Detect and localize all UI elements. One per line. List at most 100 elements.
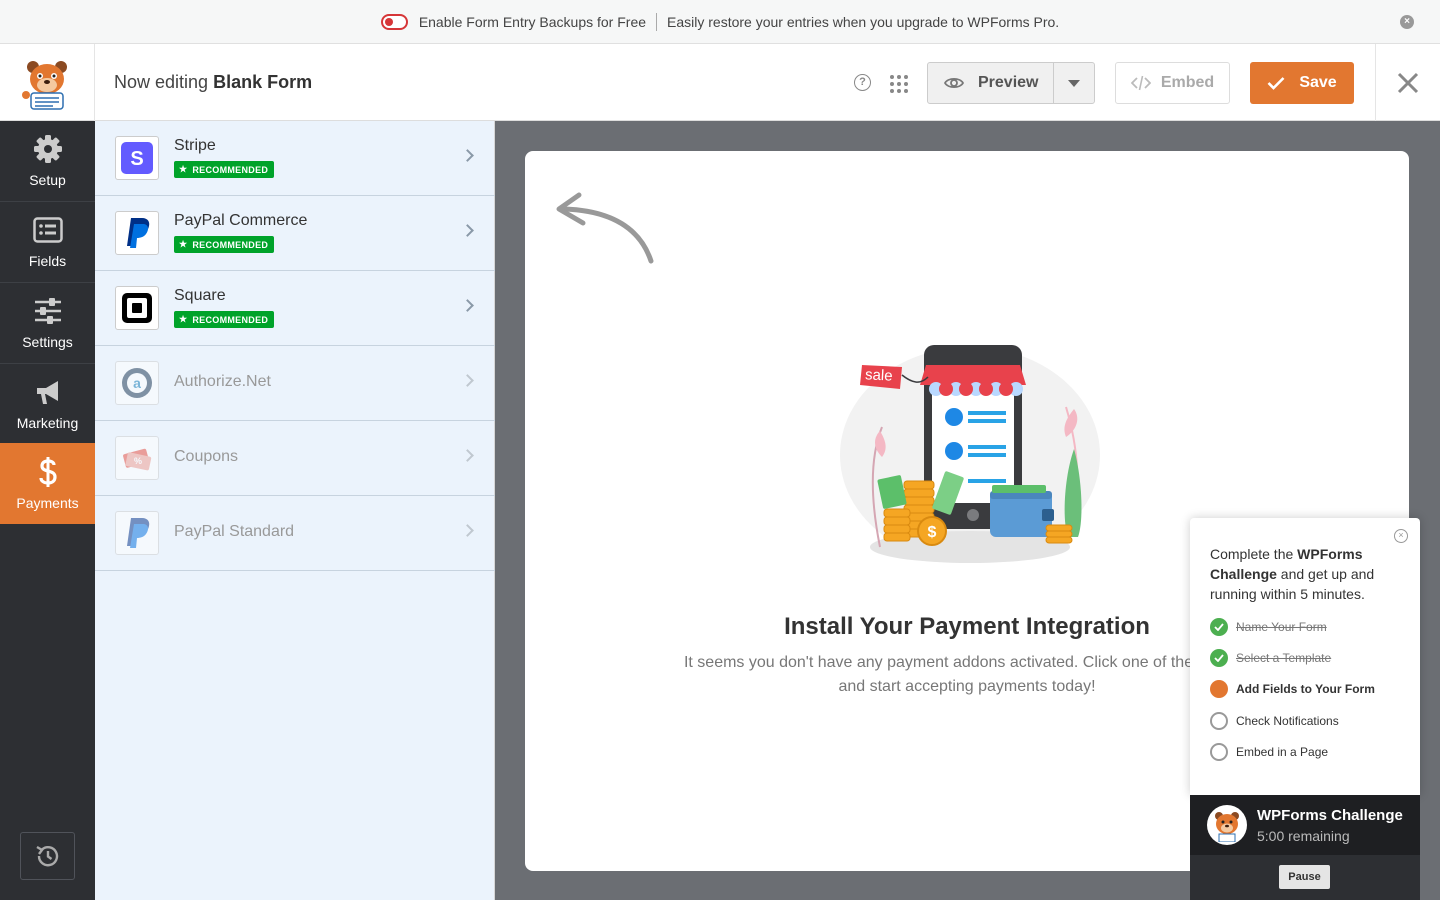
preview-label: Preview bbox=[978, 74, 1039, 91]
payment-item-authorize-net[interactable]: a Authorize.Net bbox=[95, 346, 495, 421]
challenge-step-check-notifications: Check Notifications bbox=[1210, 712, 1339, 730]
wpforms-logo[interactable] bbox=[0, 44, 95, 121]
star-icon: ★ bbox=[179, 314, 188, 324]
chevron-right-icon bbox=[461, 224, 474, 237]
eye-icon bbox=[944, 77, 964, 89]
sidebar-label-setup: Setup bbox=[29, 172, 66, 188]
arrow-up-left-icon bbox=[556, 192, 654, 264]
revisions-button[interactable] bbox=[20, 832, 75, 880]
empty-circle-icon bbox=[1210, 743, 1228, 761]
notice-message: Easily restore your entries when you upg… bbox=[667, 13, 1060, 30]
chevron-right-icon bbox=[461, 149, 474, 162]
builder-toolbar: Now editing Blank Form ? Preview Embed S… bbox=[0, 44, 1440, 121]
sidebar-item-marketing[interactable]: Marketing bbox=[0, 364, 95, 445]
payment-item-coupons[interactable]: % Coupons bbox=[95, 421, 495, 496]
challenge-step-add-fields: Add Fields to Your Form bbox=[1210, 680, 1375, 698]
integration-description: It seems you don't have any payment addo… bbox=[683, 654, 1251, 695]
challenge-pause-button[interactable]: Pause bbox=[1279, 865, 1330, 889]
online-store-illustration: sale $ bbox=[840, 345, 1100, 563]
preview-button-group: Preview bbox=[927, 62, 1095, 104]
payment-item-square[interactable]: Square ★ RECOMMENDED bbox=[95, 271, 495, 346]
check-icon bbox=[1267, 77, 1285, 90]
authorize-net-logo-icon: a bbox=[115, 361, 159, 405]
payments-panel: S Stripe ★ RECOMMENDED PayPal Commerce ★ R… bbox=[95, 121, 495, 900]
stripe-logo-icon: S bbox=[115, 136, 159, 180]
star-icon: ★ bbox=[179, 164, 188, 174]
svg-text:$: $ bbox=[928, 524, 937, 541]
current-step-icon bbox=[1210, 680, 1228, 698]
payment-name: Coupons bbox=[174, 448, 239, 465]
close-icon bbox=[1397, 72, 1419, 93]
challenge-step-embed-page: Embed in a Page bbox=[1210, 743, 1328, 761]
payment-name: PayPal Commerce bbox=[174, 212, 308, 229]
sidebar-item-setup[interactable]: Setup bbox=[0, 121, 95, 202]
paypal-logo-icon bbox=[115, 211, 159, 255]
history-icon bbox=[35, 845, 58, 867]
svg-text:%: % bbox=[134, 456, 142, 466]
challenge-footer: WPForms Challenge 5:00 remaining Pause bbox=[1190, 795, 1420, 900]
check-circle-icon bbox=[1210, 618, 1228, 636]
preview-button[interactable]: Preview bbox=[928, 63, 1054, 103]
bear-logo-icon bbox=[22, 60, 67, 110]
embed-label: Embed bbox=[1160, 74, 1215, 91]
chevron-right-icon bbox=[461, 524, 474, 537]
challenge-timer-bar: WPForms Challenge 5:00 remaining bbox=[1190, 795, 1420, 855]
chevron-right-icon bbox=[461, 299, 474, 312]
save-button[interactable]: Save bbox=[1250, 62, 1354, 104]
help-icon[interactable]: ? bbox=[854, 74, 871, 91]
close-builder-button[interactable] bbox=[1375, 44, 1440, 121]
bear-avatar-icon bbox=[1207, 805, 1247, 845]
wpforms-challenge-popup: × Complete the WPForms Challenge and get… bbox=[1190, 518, 1420, 900]
apps-grid-icon[interactable] bbox=[890, 75, 908, 93]
sidebar-label-fields: Fields bbox=[28, 253, 67, 269]
sidebar-label-marketing: Marketing bbox=[16, 415, 79, 431]
save-label: Save bbox=[1299, 74, 1337, 91]
caret-down-icon bbox=[1068, 79, 1080, 87]
notice-close-icon[interactable]: × bbox=[1400, 15, 1414, 29]
recommended-badge: ★ RECOMMENDED bbox=[174, 311, 275, 328]
sidebar-item-payments[interactable]: Payments bbox=[0, 443, 95, 524]
challenge-step-select-template: Select a Template bbox=[1210, 649, 1331, 667]
payment-item-paypal-standard[interactable]: PayPal Standard bbox=[95, 496, 495, 571]
check-circle-icon bbox=[1210, 649, 1228, 667]
payment-item-stripe[interactable]: S Stripe ★ RECOMMENDED bbox=[95, 121, 495, 196]
backup-toggle[interactable] bbox=[380, 13, 408, 30]
svg-text:a: a bbox=[133, 375, 141, 391]
preview-dropdown-toggle[interactable] bbox=[1054, 79, 1094, 87]
page-title: Now editing Blank Form bbox=[114, 72, 312, 93]
payment-item-paypal-commerce[interactable]: PayPal Commerce ★ RECOMMENDED bbox=[95, 196, 495, 271]
sidebar-item-settings[interactable]: Settings bbox=[0, 283, 95, 364]
challenge-title: WPForms Challenge bbox=[1257, 807, 1403, 824]
chevron-right-icon bbox=[461, 449, 474, 462]
square-logo-icon bbox=[115, 286, 159, 330]
code-icon bbox=[1130, 75, 1151, 91]
form-builder: Enable Form Entry Backups for Free Easil… bbox=[0, 0, 1440, 900]
dollar-icon bbox=[38, 456, 57, 487]
backup-toggle-label: Enable Form Entry Backups for Free bbox=[418, 13, 647, 30]
challenge-step-name-form: Name Your Form bbox=[1210, 618, 1327, 636]
payment-name: PayPal Standard bbox=[174, 523, 295, 540]
coupons-logo-icon: % bbox=[115, 436, 159, 480]
embed-button[interactable]: Embed bbox=[1115, 62, 1230, 104]
editing-prefix: Now editing bbox=[114, 72, 209, 92]
form-name: Blank Form bbox=[213, 72, 313, 92]
payment-name: Stripe bbox=[174, 137, 216, 154]
challenge-close-icon[interactable]: × bbox=[1394, 529, 1408, 543]
empty-circle-icon bbox=[1210, 712, 1228, 730]
builder-sidebar: Setup Fields Settings Marketing Payments bbox=[0, 121, 95, 900]
megaphone-icon bbox=[36, 381, 58, 404]
notice-separator bbox=[656, 12, 658, 31]
challenge-remaining: 5:00 remaining bbox=[1257, 828, 1350, 844]
svg-text:S: S bbox=[130, 148, 143, 170]
sidebar-item-fields[interactable]: Fields bbox=[0, 202, 95, 283]
challenge-intro: Complete the WPForms Challenge and get u… bbox=[1210, 546, 1375, 602]
chevron-right-icon bbox=[461, 374, 474, 387]
payment-name: Authorize.Net bbox=[174, 373, 271, 390]
recommended-badge: ★ RECOMMENDED bbox=[174, 236, 275, 253]
sliders-icon bbox=[34, 298, 61, 324]
sidebar-label-settings: Settings bbox=[22, 334, 73, 350]
paypal-standard-logo-icon bbox=[115, 511, 159, 555]
gear-icon bbox=[33, 135, 62, 163]
sale-tag-text: sale bbox=[865, 366, 893, 384]
list-icon bbox=[32, 217, 63, 243]
